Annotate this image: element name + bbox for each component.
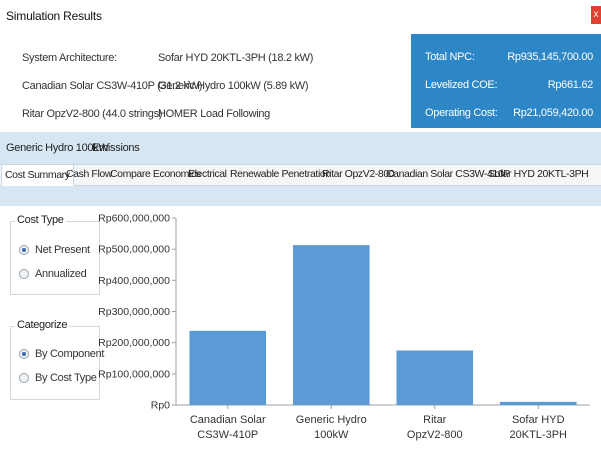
x-tick-label: 20KTL-3PH (510, 429, 568, 441)
x-tick-label: CS3W-410P (197, 429, 258, 441)
x-tick-label: Sofar HYD (512, 414, 565, 426)
y-tick-label: Rp600,000,000 (98, 213, 170, 225)
y-tick-label: Rp500,000,000 (98, 244, 170, 256)
bar (189, 330, 267, 405)
x-tick-label: 100kW (314, 429, 349, 441)
bar (292, 245, 370, 405)
bar (396, 350, 474, 405)
y-tick-label: Rp0 (151, 400, 170, 412)
y-tick-label: Rp100,000,000 (98, 368, 170, 380)
y-tick-label: Rp400,000,000 (98, 275, 170, 287)
x-tick-label: Generic Hydro (296, 414, 367, 426)
x-tick-label: OpzV2-800 (407, 429, 463, 441)
x-tick-label: Canadian Solar (190, 414, 266, 426)
y-tick-label: Rp300,000,000 (98, 306, 170, 318)
y-tick-label: Rp200,000,000 (98, 337, 170, 349)
x-tick-label: Ritar (423, 414, 447, 426)
cost-summary-chart: Rp0 Rp100,000,000 Rp200,000,000 Rp300,000,0… (98, 213, 590, 441)
bar (499, 401, 577, 405)
